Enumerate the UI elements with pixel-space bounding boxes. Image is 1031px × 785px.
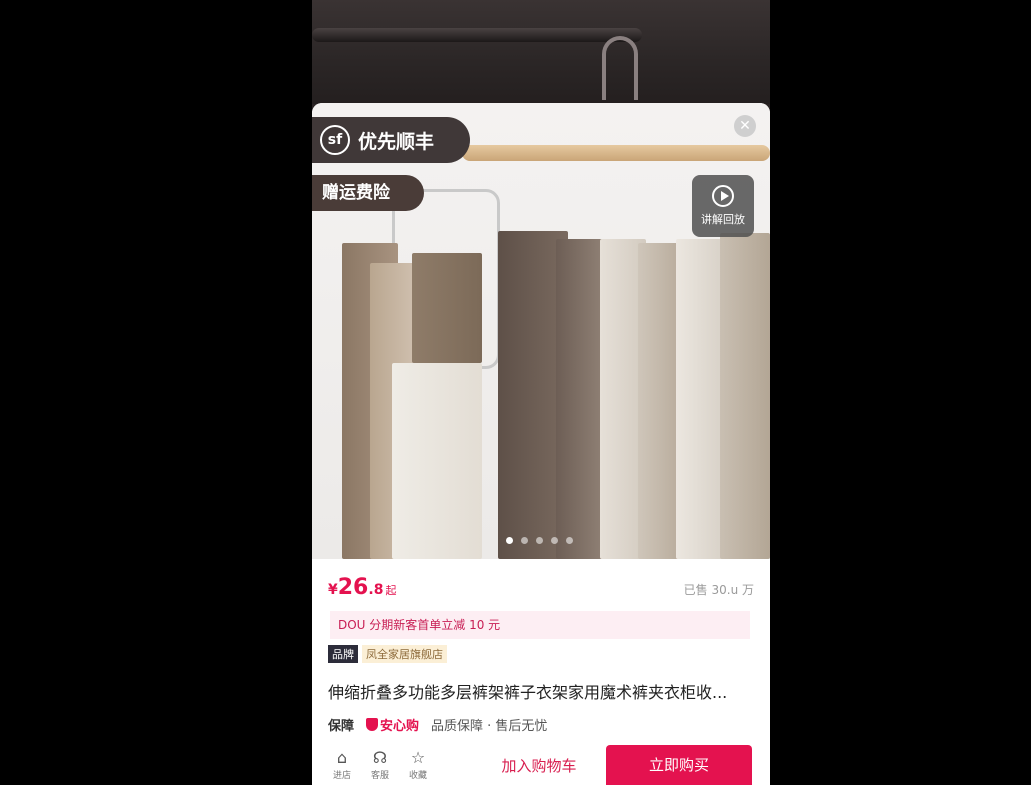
product-card: ✕ sf 优先顺丰 赠运费险 讲解回放 ¥ 26 .8 起 已售 30.u 万 …	[312, 103, 770, 785]
brand-tag: 品牌	[328, 645, 358, 663]
sf-express-badge: sf 优先顺丰	[312, 117, 470, 163]
guarantee-row[interactable]: 保障 安心购 品质保障 · 售后无忧	[328, 715, 547, 734]
phone-frame: ✕ sf 优先顺丰 赠运费险 讲解回放 ¥ 26 .8 起 已售 30.u 万 …	[312, 0, 770, 785]
background-video	[312, 0, 770, 104]
currency-symbol: ¥	[328, 582, 338, 598]
customer-service-icon: ☊	[372, 748, 388, 767]
hanger-hook-bg	[602, 36, 638, 100]
pants-graphic	[720, 233, 770, 559]
close-icon[interactable]: ✕	[734, 115, 756, 137]
customer-service-label: 客服	[370, 771, 389, 781]
carousel-dot[interactable]	[506, 537, 513, 544]
carousel-dot[interactable]	[521, 537, 528, 544]
store-button[interactable]: ⌂ 进店	[332, 748, 352, 782]
add-to-cart-button[interactable]: 加入购物车	[472, 755, 606, 776]
action-bar: ⌂ 进店 ☊ 客服 ☆ 收藏 加入购物车 立即购买	[312, 745, 770, 785]
replay-label: 讲解回放	[701, 213, 745, 226]
guarantee-text: 品质保障 · 售后无忧	[431, 719, 548, 734]
product-title[interactable]: 伸缩折叠多功能多层裤架裤子衣架家用魔术裤夹衣柜收...	[328, 679, 758, 703]
carousel-dot[interactable]	[551, 537, 558, 544]
carousel-dot[interactable]	[566, 537, 573, 544]
carousel-dot[interactable]	[536, 537, 543, 544]
price-suffix: 起	[385, 584, 397, 597]
store-name[interactable]: 凤全家居旗舰店	[362, 645, 447, 663]
freight-insurance-badge: 赠运费险	[312, 175, 424, 211]
anxingou-text: 安心购	[380, 719, 420, 734]
replay-button[interactable]: 讲解回放	[692, 175, 754, 237]
favorite-button[interactable]: ☆ 收藏	[408, 748, 428, 782]
store-label: 进店	[332, 771, 351, 781]
sold-count: 已售 30.u 万	[683, 583, 754, 597]
nav-icons: ⌂ 进店 ☊ 客服 ☆ 收藏	[312, 748, 472, 782]
favorite-label: 收藏	[408, 771, 427, 781]
store-icon: ⌂	[336, 748, 348, 767]
promo-banner[interactable]: DOU 分期新客首单立减 10 元	[330, 611, 750, 639]
price-integer: 26	[337, 575, 369, 600]
wooden-rod	[462, 145, 770, 161]
sf-logo-icon: sf	[320, 125, 350, 155]
closet-rod-bg	[312, 28, 642, 42]
price: ¥ 26 .8 起	[328, 575, 396, 600]
anxingou-logo: 安心购	[366, 715, 419, 734]
sf-badge-label: 优先顺丰	[358, 130, 435, 153]
buy-now-button[interactable]: 立即购买	[606, 745, 752, 785]
brand-row: 品牌 凤全家居旗舰店	[328, 645, 447, 663]
price-decimal: .8	[368, 582, 384, 598]
play-icon	[712, 185, 734, 207]
product-image[interactable]: ✕ sf 优先顺丰 赠运费险 讲解回放	[312, 103, 770, 559]
shield-icon	[366, 718, 379, 731]
carousel-indicator	[506, 537, 573, 544]
product-info: ¥ 26 .8 起 已售 30.u 万 DOU 分期新客首单立减 10 元 品牌…	[312, 559, 770, 785]
screen: ✕ sf 优先顺丰 赠运费险 讲解回放 ¥ 26 .8 起 已售 30.u 万 …	[0, 0, 1031, 785]
pants-graphic	[392, 363, 482, 559]
star-icon: ☆	[410, 748, 426, 767]
guarantee-label: 保障	[328, 719, 355, 734]
pants-graphic	[412, 253, 482, 363]
customer-service-button[interactable]: ☊ 客服	[370, 748, 390, 782]
